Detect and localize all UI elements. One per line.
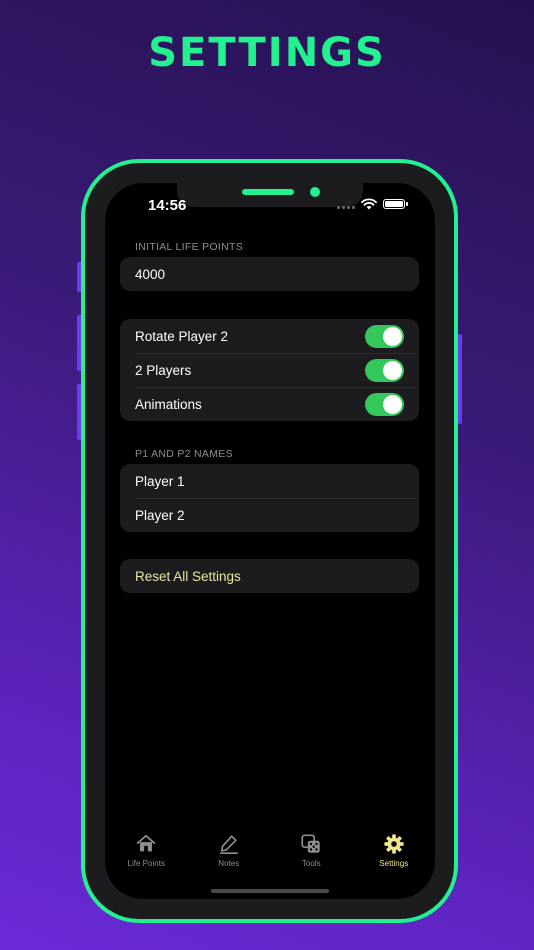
two-players-label: 2 Players bbox=[135, 362, 192, 378]
reset-group: Reset All Settings bbox=[120, 559, 419, 593]
speaker-grille bbox=[242, 189, 294, 195]
tab-settings[interactable]: Settings bbox=[353, 833, 436, 883]
tab-tools-label: Tools bbox=[301, 859, 321, 868]
animations-label: Animations bbox=[135, 396, 202, 412]
rotate-player2-toggle[interactable] bbox=[365, 324, 404, 348]
home-indicator[interactable] bbox=[211, 889, 329, 893]
wifi-icon bbox=[361, 198, 377, 210]
toggles-group: Rotate Player 2 2 Players Animations bbox=[120, 319, 419, 421]
battery-icon bbox=[383, 199, 408, 209]
player2-name-field[interactable]: Player 2 bbox=[120, 498, 419, 532]
life-points-field[interactable]: 4000 bbox=[120, 257, 419, 291]
notch bbox=[177, 183, 363, 207]
two-players-row: 2 Players bbox=[120, 353, 419, 387]
tab-notes[interactable]: Notes bbox=[188, 833, 271, 883]
names-group: Player 1 Player 2 bbox=[120, 464, 419, 532]
life-points-header: INITIAL LIFE POINTS bbox=[135, 241, 243, 253]
tab-life-points-label: Life Points bbox=[127, 859, 165, 868]
reset-all-settings-label: Reset All Settings bbox=[135, 568, 241, 584]
player2-name: Player 2 bbox=[135, 507, 185, 523]
life-points-group: 4000 bbox=[120, 257, 419, 291]
house-icon bbox=[137, 834, 156, 852]
names-header: P1 AND P2 NAMES bbox=[135, 448, 233, 460]
gear-icon bbox=[384, 834, 404, 854]
promo-headline: SETTINGS bbox=[148, 30, 386, 76]
tab-tools[interactable]: Tools bbox=[270, 833, 353, 883]
tab-life-points[interactable]: Life Points bbox=[105, 833, 188, 883]
tab-notes-label: Notes bbox=[218, 859, 240, 868]
status-time: 14:56 bbox=[148, 197, 187, 214]
tab-bar: Life Points Notes Tools Settings bbox=[105, 833, 435, 883]
status-icons bbox=[337, 198, 408, 210]
cellular-signal-icon bbox=[337, 199, 355, 209]
front-camera bbox=[310, 187, 320, 197]
life-points-value: 4000 bbox=[135, 266, 166, 282]
pencil-icon bbox=[219, 835, 238, 854]
two-players-toggle[interactable] bbox=[365, 358, 404, 382]
rotate-player2-row: Rotate Player 2 bbox=[120, 319, 419, 353]
rotate-player2-label: Rotate Player 2 bbox=[135, 328, 229, 344]
animations-row: Animations bbox=[120, 387, 419, 421]
player1-name-field[interactable]: Player 1 bbox=[120, 464, 419, 498]
app-screen: 14:56 INITIAL LIFE POINTS 4000 Rotate Pl… bbox=[105, 183, 435, 899]
player1-name: Player 1 bbox=[135, 473, 185, 489]
tab-settings-label: Settings bbox=[379, 859, 409, 868]
reset-all-settings-button[interactable]: Reset All Settings bbox=[120, 559, 419, 593]
animations-toggle[interactable] bbox=[365, 392, 404, 416]
dice-icon bbox=[301, 834, 320, 853]
